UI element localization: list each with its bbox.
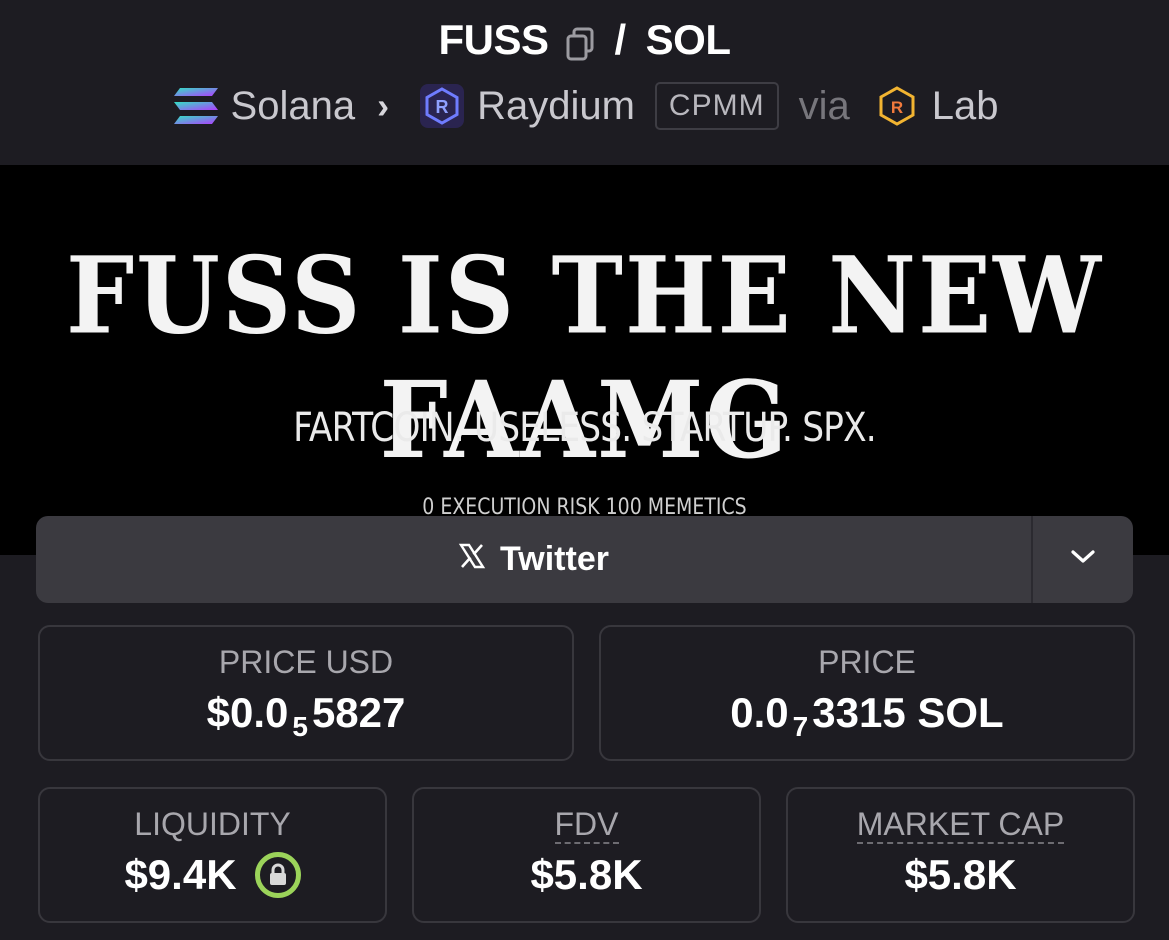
liquidity-value-row: $9.4K [40,851,385,899]
price-native-label: PRICE [818,644,916,680]
price-usd-prefix: $0.0 [206,689,289,736]
liquidity-card: LIQUIDITY $9.4K [38,787,387,923]
x-icon [458,540,486,579]
social-links-bar: Twitter [36,516,1133,603]
liquidity-label: LIQUIDITY [134,806,291,842]
quote-token: SOL [645,16,731,63]
chevron-down-icon [1070,549,1096,570]
pair-title: FUSS / SOL [0,14,1169,66]
token-banner-image: FUSS IS THE NEW FAAMG FARTCOIN. USELESS.… [0,165,1169,555]
price-usd-value: $0.0 5 5827 [40,689,572,742]
market-cap-label[interactable]: MARKET CAP [856,806,1065,844]
via-label: via [798,83,850,128]
lab-icon: R [872,81,922,131]
banner-subline: FARTCOIN. USELESS. STARTUP. SPX. [293,405,877,451]
pair-header: FUSS / SOL Solana › R Raydium CPMM via R… [0,0,1169,165]
price-usd-zero-count: 5 [292,711,308,742]
market-cap-card: MARKET CAP $5.8K [786,787,1135,923]
svg-text:R: R [891,98,903,117]
copy-icon[interactable] [565,22,595,61]
price-usd-digits: 5827 [311,689,406,736]
fdv-label-wrap[interactable]: FDV [414,805,759,844]
solana-icon [171,81,221,131]
chevron-right-icon: › [377,85,390,126]
chain-link[interactable]: Solana [231,84,356,129]
dex-link[interactable]: Raydium [477,84,635,129]
breadcrumb: Solana › R Raydium CPMM via R Lab [0,78,1169,134]
social-dropdown-button[interactable] [1033,516,1133,603]
svg-text:R: R [436,97,449,117]
pair-separator: / [614,16,627,63]
fdv-card: FDV $5.8K [412,787,761,923]
twitter-label: Twitter [500,540,609,578]
fdv-label[interactable]: FDV [554,806,619,844]
pool-type-badge: CPMM [654,82,779,130]
price-native-card: PRICE 0.0 7 3315 SOL [599,625,1135,761]
price-native-zero-count: 7 [792,711,809,742]
market-cap-value: $5.8K [904,851,1017,898]
launchpad-link[interactable]: Lab [932,84,999,129]
fdv-value: $5.8K [530,851,643,898]
liquidity-value: $9.4K [124,851,237,898]
price-usd-label: PRICE USD [218,644,394,680]
market-cap-label-wrap[interactable]: MARKET CAP [788,805,1133,844]
twitter-button[interactable]: Twitter [36,516,1031,603]
price-native-value: 0.0 7 3315 SOL [601,689,1133,742]
raydium-icon: R [417,81,467,131]
lock-icon[interactable] [254,852,301,898]
price-native-prefix: 0.0 [730,689,789,736]
price-native-digits: 3315 SOL [812,689,1004,736]
price-usd-card: PRICE USD $0.0 5 5827 [38,625,574,761]
base-token: FUSS [438,16,549,63]
